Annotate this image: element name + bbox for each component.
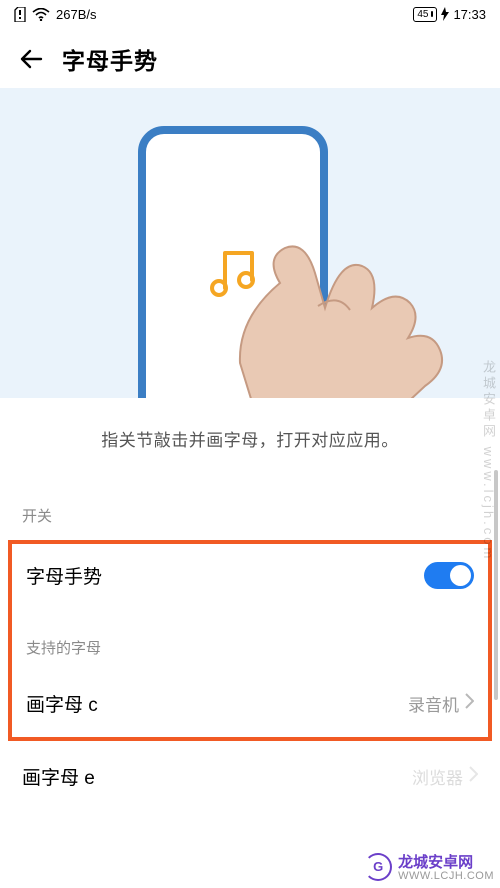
watermark-url: WWW.LCJH.COM: [398, 870, 494, 882]
hero-illustration: [0, 88, 500, 398]
chevron-right-icon: [465, 693, 474, 714]
row-label: 画字母 e: [22, 763, 95, 790]
row-value: 录音机: [408, 691, 459, 716]
watermark-footer: G 龙城安卓网 WWW.LCJH.COM: [364, 851, 494, 882]
toggle-switch[interactable]: [424, 562, 474, 589]
hero-caption: 指关节敲击并画字母，打开对应应用。: [0, 398, 500, 497]
status-bar: 267B/s 45 17:33: [0, 0, 500, 28]
row-draw-letter-e[interactable]: 画字母 e 浏览器: [0, 741, 500, 808]
watermark-brand: 龙城安卓网: [398, 854, 473, 871]
clock: 17:33: [453, 7, 486, 22]
watermark-logo-icon: G: [364, 853, 392, 881]
chevron-right-icon: [469, 766, 478, 787]
app-bar: 字母手势: [0, 28, 500, 88]
section-header-switch: 开关: [0, 497, 500, 540]
back-button[interactable]: [18, 46, 44, 72]
battery-percent: 45: [417, 8, 428, 21]
back-arrow-icon: [19, 47, 43, 71]
toggle-label: 字母手势: [26, 562, 102, 589]
row-draw-letter-c[interactable]: 画字母 c 录音机: [12, 672, 488, 735]
highlight-box: 字母手势 支持的字母 画字母 c 录音机: [8, 540, 492, 741]
battery-icon: 45: [413, 7, 437, 22]
charging-icon: [441, 7, 449, 21]
row-label: 画字母 c: [26, 690, 98, 717]
row-letter-gesture-toggle[interactable]: 字母手势: [12, 544, 488, 607]
row-value: 浏览器: [412, 764, 463, 789]
watermark-vertical: 龙城安卓网 www.lcjh.com: [479, 360, 498, 561]
sim-alert-icon: [14, 7, 26, 22]
wifi-icon: [32, 8, 50, 21]
net-speed: 267B/s: [56, 7, 96, 22]
page-title: 字母手势: [62, 42, 158, 76]
section-header-supported: 支持的字母: [12, 629, 488, 672]
hand-icon: [200, 188, 460, 398]
